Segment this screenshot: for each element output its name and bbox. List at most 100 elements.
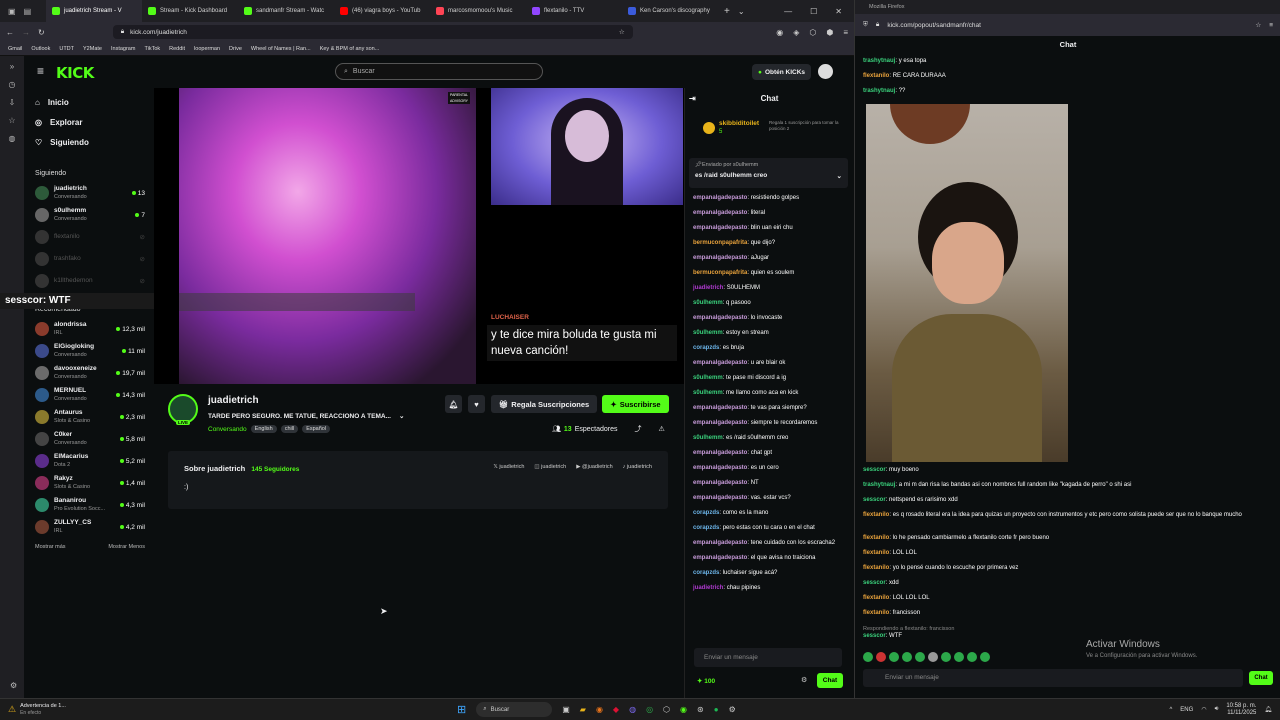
- chat-username[interactable]: flextanilo: [863, 595, 889, 601]
- app-icon[interactable]: ⬡: [663, 705, 670, 714]
- reload-icon[interactable]: ↻: [38, 28, 45, 37]
- recommended-item[interactable]: MERNUEL Conversando 14,3 mil: [24, 384, 154, 406]
- bookmarks-icon[interactable]: ☆: [8, 116, 15, 125]
- popout-send-button[interactable]: Chat: [1249, 671, 1273, 685]
- tag-pill[interactable]: chill: [280, 425, 299, 433]
- bookmark-gmail[interactable]: Gmail: [8, 46, 22, 52]
- recommended-item[interactable]: ZULLYY_CS IRL 4,2 mil: [24, 516, 154, 538]
- extension-icon[interactable]: ⬢: [826, 28, 833, 37]
- volume-icon[interactable]: 🔊︎: [1215, 706, 1219, 713]
- social-instagram[interactable]: ◫ juadietrich: [534, 464, 566, 470]
- recommended-item[interactable]: Rakyz Slots & Casino 1,4 mil: [24, 472, 154, 494]
- chat-username[interactable]: flextanilo: [863, 565, 889, 571]
- extension-icon[interactable]: ◍: [9, 134, 16, 143]
- recommended-item[interactable]: ElMacarius Dota 2 5,2 mil: [24, 450, 154, 472]
- nav-siguiendo[interactable]: ♡ Siguiendo: [24, 132, 154, 152]
- chat-username[interactable]: corapzds: [693, 345, 719, 351]
- chat-username[interactable]: flextanilo: [863, 535, 889, 541]
- wifi-icon[interactable]: ◠: [1201, 706, 1206, 713]
- downloads-icon[interactable]: ⇩: [9, 98, 16, 107]
- emote-icon[interactable]: [954, 652, 964, 662]
- chat-username[interactable]: bermuconpapafrita: [693, 240, 747, 246]
- chat-username[interactable]: s0ulhemm: [693, 375, 723, 381]
- social-tiktok[interactable]: ♪ juadietrich: [623, 464, 652, 470]
- nav-explorar[interactable]: ◎ Explorar: [24, 112, 154, 132]
- tab-list-icon[interactable]: ▤: [24, 7, 32, 16]
- chat-username[interactable]: empanalgadepasto: [693, 195, 747, 201]
- chat-username[interactable]: s0ulhemm: [693, 330, 723, 336]
- chat-username[interactable]: empanalgadepasto: [693, 255, 747, 261]
- streamer-name[interactable]: juadietrich: [208, 395, 259, 406]
- follow-heart-button[interactable]: ♥: [468, 395, 485, 413]
- emote-icon[interactable]: [915, 652, 925, 662]
- chat-username[interactable]: empanalgadepasto: [693, 465, 747, 471]
- forward-icon[interactable]: →: [22, 28, 30, 37]
- chat-username[interactable]: bermuconpapafrita: [693, 270, 747, 276]
- app-icon[interactable]: ◉: [680, 705, 687, 714]
- chat-username[interactable]: flextanilo: [863, 512, 889, 518]
- following-item-trashfako[interactable]: trashfako ⊘: [24, 248, 154, 270]
- maximize-icon[interactable]: ☐: [810, 7, 817, 16]
- recommended-item[interactable]: Bananirou Pro Evolution Socc... 4,3 mil: [24, 494, 154, 516]
- chat-username[interactable]: empanalgadepasto: [693, 225, 747, 231]
- windows-start-icon[interactable]: ⊞: [457, 703, 466, 716]
- tab-6[interactable]: Ken Carson's discography: [622, 0, 718, 22]
- chat-username[interactable]: corapzds: [693, 525, 719, 531]
- extension-icon[interactable]: ◉: [776, 28, 783, 37]
- chevron-down-icon[interactable]: ⌄: [837, 172, 842, 180]
- chat-username[interactable]: s0ulhemm: [693, 300, 723, 306]
- bookmark-looperman[interactable]: looperman: [194, 46, 220, 52]
- bookmark-reddit[interactable]: Reddit: [169, 46, 185, 52]
- tab-4[interactable]: marcosmomoou's Music: [430, 0, 526, 22]
- recommended-item[interactable]: davooxeneize Conversando 19,7 mil: [24, 362, 154, 384]
- history-icon[interactable]: ◷: [9, 80, 16, 89]
- tab-5[interactable]: flextanilo - TTV: [526, 0, 622, 22]
- menu-icon[interactable]: ≡: [843, 28, 848, 37]
- sidebar-panel-icon[interactable]: »: [10, 62, 14, 71]
- back-icon[interactable]: ←: [6, 28, 14, 37]
- emote-icon[interactable]: [967, 652, 977, 662]
- chat-username[interactable]: empanalgadepasto: [693, 420, 747, 426]
- share-icon[interactable]: ⤴: [635, 424, 642, 434]
- bookmark-wheel[interactable]: Wheel of Names | Ran...: [251, 46, 311, 52]
- task-view-icon[interactable]: ▣: [562, 705, 570, 714]
- tag-pill[interactable]: Español: [302, 425, 331, 433]
- points-display[interactable]: ✦ 100: [697, 677, 715, 685]
- chat-username[interactable]: sesscor: [863, 497, 886, 503]
- file-explorer-icon[interactable]: ▰: [580, 705, 586, 714]
- tab-2[interactable]: sandmanfr Stream - Watc: [238, 0, 334, 22]
- bookmark-tiktok[interactable]: TikTok: [144, 46, 160, 52]
- chat-username[interactable]: empanalgadepasto: [693, 315, 747, 321]
- chat-username[interactable]: trashytnauj: [863, 482, 895, 488]
- following-item-juadietrich[interactable]: juadietrich Conversando 13: [24, 182, 154, 204]
- tag-pill[interactable]: English: [250, 425, 277, 433]
- emote-icon[interactable]: [876, 652, 886, 662]
- spotify-icon[interactable]: ●: [714, 705, 719, 714]
- chat-username[interactable]: flextanilo: [863, 550, 889, 556]
- chat-input[interactable]: Enviar un mensaje: [694, 648, 842, 667]
- bookmark-star-icon[interactable]: ☆: [619, 28, 625, 36]
- user-avatar[interactable]: [818, 64, 833, 79]
- chat-username[interactable]: empanalgadepasto: [693, 360, 747, 366]
- chat-username[interactable]: s0ulhemm: [693, 390, 723, 396]
- tab-3[interactable]: (46) viagra boys - YouTub: [334, 0, 430, 22]
- chat-username[interactable]: empanalgadepasto: [693, 555, 747, 561]
- social-youtube[interactable]: ▶ @juadietrich: [576, 464, 612, 470]
- url-field[interactable]: 🔒︎ kick.com/juadietrich ☆: [112, 25, 633, 39]
- chat-username[interactable]: sesscor: [863, 633, 886, 639]
- chat-username[interactable]: corapzds: [693, 510, 719, 516]
- emote-icon[interactable]: [941, 652, 951, 662]
- following-item-k1llthedemon[interactable]: k1llthedemon ⊘: [24, 270, 154, 292]
- tab-overflow-icon[interactable]: ⌄: [738, 7, 745, 16]
- recommended-item[interactable]: Antaurus Slots & Casino 2,3 mil: [24, 406, 154, 428]
- category-link[interactable]: Conversando: [208, 426, 247, 433]
- menu-icon[interactable]: ≡: [1269, 22, 1273, 29]
- new-tab-icon[interactable]: +: [724, 6, 730, 17]
- emote-icon[interactable]: [928, 652, 938, 662]
- settings-gear-icon[interactable]: ⚙: [10, 681, 17, 690]
- chat-username[interactable]: empanalgadepasto: [693, 450, 747, 456]
- chat-username[interactable]: flextanilo: [863, 73, 889, 79]
- chat-username[interactable]: flextanilo: [863, 610, 889, 616]
- chat-username[interactable]: empanalgadepasto: [693, 210, 747, 216]
- tab-1[interactable]: Stream - Kick Dashboard: [142, 0, 238, 22]
